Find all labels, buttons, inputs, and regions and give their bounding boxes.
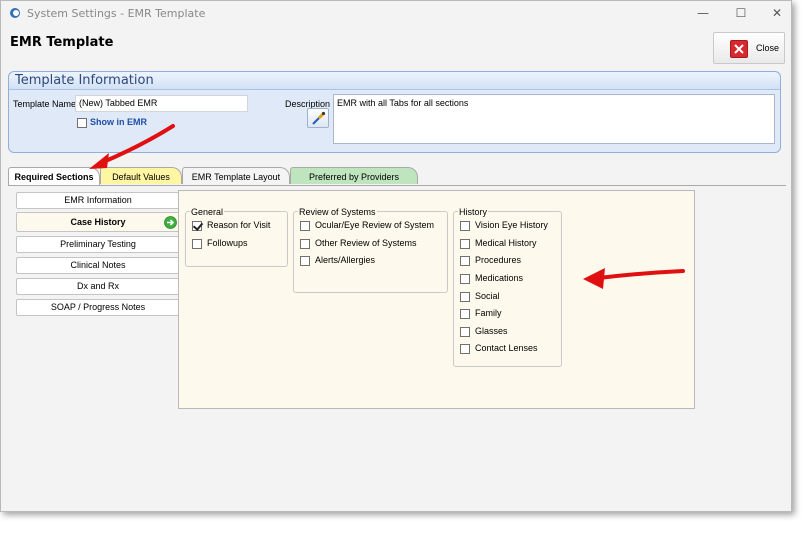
- section-label: Clinical Notes: [70, 260, 126, 270]
- description-textarea[interactable]: EMR with all Tabs for all sections: [333, 94, 775, 144]
- case-history-options-panel: General Reason for Visit Followups Revie…: [178, 190, 695, 409]
- option-glasses[interactable]: Glasses: [460, 326, 508, 337]
- template-name-label: Template Name: [13, 99, 77, 109]
- option-label: Medical History: [475, 238, 537, 248]
- description-picker-button[interactable]: [307, 108, 329, 128]
- checkbox[interactable]: [300, 220, 310, 231]
- option-contact-lenses[interactable]: Contact Lenses: [460, 343, 538, 354]
- option-label: Medications: [475, 273, 524, 283]
- general-group-title: General: [190, 207, 225, 217]
- close-icon: [730, 40, 748, 58]
- section-label: Dx and Rx: [76, 281, 120, 291]
- review-of-systems-group-title: Review of Systems: [298, 207, 377, 217]
- section-preliminary-testing[interactable]: Preliminary Testing: [16, 236, 180, 253]
- option-label: Vision Eye History: [475, 220, 548, 230]
- section-case-history[interactable]: Case History: [16, 212, 180, 232]
- option-family[interactable]: Family: [460, 308, 502, 319]
- option-social[interactable]: Social: [460, 291, 500, 302]
- tab-preferred-by-providers[interactable]: Preferred by Providers: [290, 167, 418, 184]
- option-followups[interactable]: Followups: [192, 238, 248, 249]
- template-information-header: Template Information: [9, 72, 780, 90]
- tab-emr-template-layout[interactable]: EMR Template Layout: [182, 167, 290, 184]
- close-button-label: Close: [756, 43, 780, 53]
- option-label: Glasses: [475, 326, 508, 336]
- option-label: Contact Lenses: [475, 343, 538, 353]
- window-close-button[interactable]: ✕: [759, 3, 791, 23]
- checkbox[interactable]: [460, 255, 470, 266]
- checkbox[interactable]: [460, 326, 470, 337]
- history-group: History Vision Eye History Medical Histo…: [453, 207, 562, 367]
- template-information-title: Template Information: [15, 73, 154, 88]
- option-alerts-allergies[interactable]: Alerts/Allergies: [300, 255, 375, 266]
- option-medications[interactable]: Medications: [460, 273, 523, 284]
- checkbox[interactable]: [460, 273, 470, 284]
- general-group: General Reason for Visit Followups: [185, 207, 288, 267]
- minimize-button[interactable]: —: [685, 3, 721, 23]
- option-vision-eye-history[interactable]: Vision Eye History: [460, 220, 548, 231]
- emr-template-window: System Settings - EMR Template — ☐ ✕ EMR…: [0, 0, 792, 512]
- required-sections-content: EMR Information Case History Preliminary…: [8, 185, 786, 505]
- option-label: Family: [475, 308, 502, 318]
- option-label: Ocular/Eye Review of System: [315, 220, 435, 230]
- title-bar: System Settings - EMR Template — ☐ ✕: [1, 1, 791, 25]
- close-button[interactable]: Close: [713, 32, 785, 64]
- template-name-input[interactable]: (New) Tabbed EMR: [75, 95, 248, 112]
- eyedropper-icon: [312, 111, 326, 125]
- page-title: EMR Template: [10, 35, 114, 50]
- section-label: SOAP / Progress Notes: [50, 302, 146, 312]
- option-label: Social: [475, 291, 500, 301]
- app-logo-icon: [10, 8, 20, 18]
- checkbox[interactable]: [460, 238, 470, 249]
- history-group-title: History: [458, 207, 489, 217]
- section-label: EMR Information: [64, 195, 132, 205]
- option-label: Alerts/Allergies: [315, 255, 376, 265]
- option-other-review-of-systems[interactable]: Other Review of Systems: [300, 238, 417, 249]
- checkbox[interactable]: [192, 238, 202, 249]
- section-soap-progress-notes[interactable]: SOAP / Progress Notes: [16, 299, 180, 316]
- window-title: System Settings - EMR Template: [27, 7, 206, 20]
- option-label: Reason for Visit: [207, 220, 271, 230]
- section-label: Case History: [70, 217, 126, 227]
- maximize-button[interactable]: ☐: [723, 3, 759, 23]
- checkbox[interactable]: [460, 220, 470, 231]
- checkbox[interactable]: [460, 308, 470, 319]
- section-dx-and-rx[interactable]: Dx and Rx: [16, 278, 180, 295]
- checkbox[interactable]: [300, 238, 310, 249]
- option-reason-for-visit[interactable]: Reason for Visit: [192, 220, 270, 231]
- option-label: Procedures: [475, 255, 522, 265]
- checkbox[interactable]: [192, 220, 202, 231]
- option-ocular-eye-review[interactable]: Ocular/Eye Review of System: [300, 220, 434, 231]
- checkbox[interactable]: [460, 343, 470, 354]
- section-label: Preliminary Testing: [60, 239, 136, 249]
- section-clinical-notes[interactable]: Clinical Notes: [16, 257, 180, 274]
- annotation-arrow-icon: [89, 124, 175, 169]
- annotation-arrow-icon: [583, 268, 685, 289]
- option-medical-history[interactable]: Medical History: [460, 238, 537, 249]
- checkbox[interactable]: [460, 291, 470, 302]
- option-procedures[interactable]: Procedures: [460, 255, 521, 266]
- review-of-systems-group: Review of Systems Ocular/Eye Review of S…: [293, 207, 448, 293]
- section-emr-information[interactable]: EMR Information: [16, 192, 180, 209]
- checkbox[interactable]: [300, 255, 310, 266]
- option-label: Followups: [207, 238, 248, 248]
- go-arrow-icon: [164, 216, 177, 229]
- option-label: Other Review of Systems: [315, 238, 417, 248]
